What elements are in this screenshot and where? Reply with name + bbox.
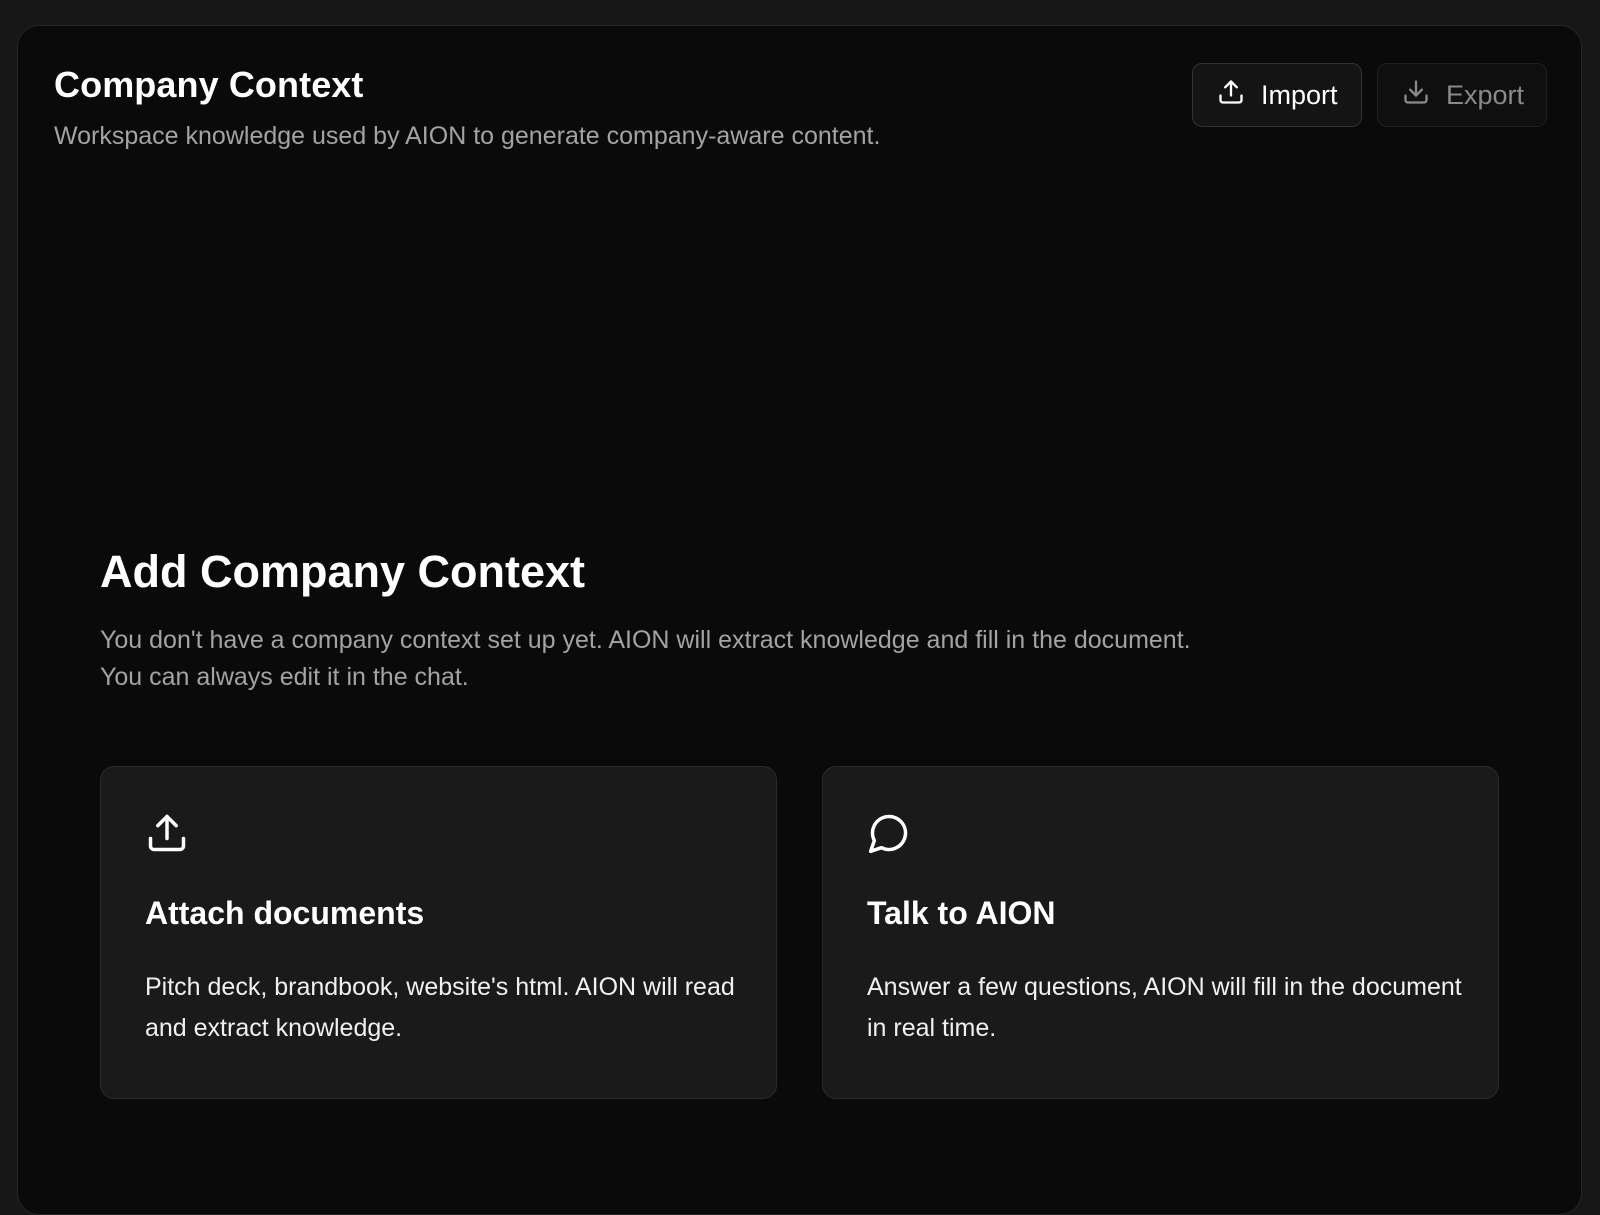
import-button[interactable]: Import [1192, 63, 1362, 127]
chat-bubble-icon [867, 811, 911, 855]
empty-state-description-line: You can always edit it in the chat. [100, 663, 469, 691]
empty-state-title: Add Company Context [100, 546, 586, 597]
card-description: Answer a few questions, AION will fill i… [867, 973, 1462, 1042]
attach-documents-card[interactable]: Attach documents Pitch deck, brandbook, … [100, 766, 777, 1099]
download-icon [1402, 78, 1430, 113]
card-description: Pitch deck, brandbook, website's html. A… [145, 973, 735, 1042]
upload-icon [1217, 78, 1245, 113]
company-context-panel: Company Context Workspace knowledge used… [17, 25, 1582, 1215]
page-title: Company Context [54, 64, 364, 105]
export-label: Export [1446, 79, 1525, 110]
talk-to-aion-card[interactable]: Talk to AION Answer a few questions, AIO… [822, 766, 1499, 1099]
export-button[interactable]: Export [1377, 63, 1547, 127]
empty-state-description: You don't have a company context set up … [100, 622, 1400, 696]
import-label: Import [1261, 79, 1338, 110]
card-title: Attach documents [145, 895, 425, 931]
empty-state-description-line: You don't have a company context set up … [100, 626, 1191, 654]
card-title: Talk to AION [867, 895, 1056, 931]
upload-icon [145, 811, 189, 855]
page-subtitle: Workspace knowledge used by AION to gene… [54, 122, 881, 150]
